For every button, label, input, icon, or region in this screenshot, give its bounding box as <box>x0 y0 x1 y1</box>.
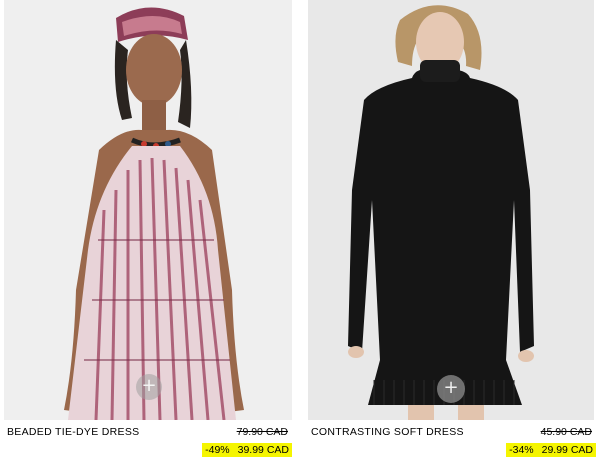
model-photo <box>308 0 594 420</box>
add-to-bag-icon[interactable]: + <box>136 374 162 400</box>
add-to-bag-icon[interactable]: + <box>437 375 465 403</box>
sale-price-tag: -34% 29.99 CAD <box>506 443 596 457</box>
sale-price-tag: -49% 39.99 CAD <box>202 443 292 457</box>
discount-badge: -34% <box>509 444 534 456</box>
product-info: BEADED TIE-DYE DRESS 79.90 CAD <box>7 426 292 440</box>
product-image[interactable]: + <box>308 0 594 420</box>
product-info: CONTRASTING SOFT DRESS 45.90 CAD <box>311 426 596 440</box>
product-image[interactable]: + <box>4 0 292 420</box>
sale-price: 39.99 CAD <box>237 444 289 456</box>
product-card[interactable]: + BEADED TIE-DYE DRESS 79.90 CAD -49% 39… <box>0 0 296 461</box>
product-card[interactable]: + CONTRASTING SOFT DRESS 45.90 CAD -34% … <box>304 0 600 461</box>
original-price: 79.90 CAD <box>236 426 288 438</box>
product-name[interactable]: BEADED TIE-DYE DRESS <box>7 426 139 438</box>
product-name[interactable]: CONTRASTING SOFT DRESS <box>311 426 464 438</box>
original-price: 45.90 CAD <box>540 426 592 438</box>
sale-price: 29.99 CAD <box>541 444 593 456</box>
product-grid: + BEADED TIE-DYE DRESS 79.90 CAD -49% 39… <box>0 0 600 461</box>
discount-badge: -49% <box>205 444 230 456</box>
model-photo <box>4 0 292 420</box>
